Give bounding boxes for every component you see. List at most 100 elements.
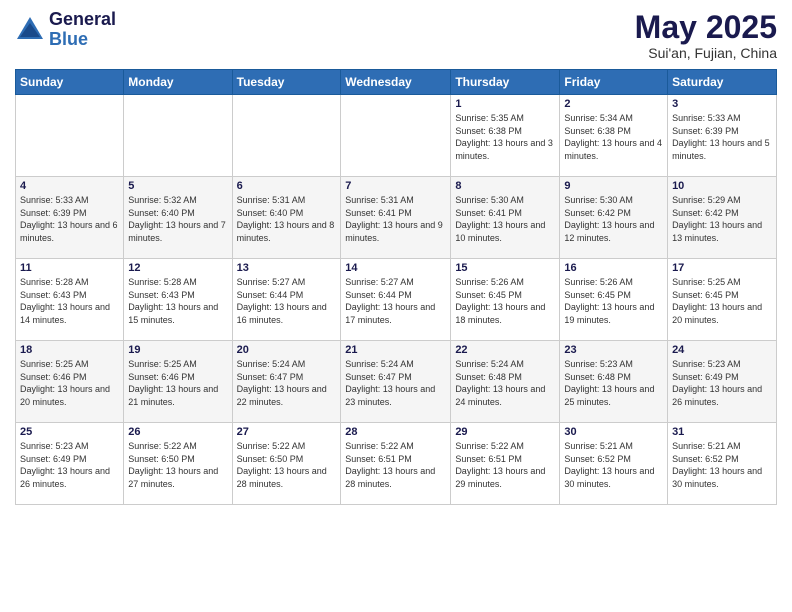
table-row [232, 95, 341, 177]
table-row: 1 Sunrise: 5:35 AM Sunset: 6:38 PM Daylig… [451, 95, 560, 177]
table-row: 21Sunrise: 5:24 AM Sunset: 6:47 PM Dayli… [341, 341, 451, 423]
day-info: Sunrise: 5:28 AM Sunset: 6:43 PM Dayligh… [20, 276, 119, 326]
table-row: 6 Sunrise: 5:31 AM Sunset: 6:40 PM Daylig… [232, 177, 341, 259]
day-number: 24 [672, 344, 772, 356]
day-number: 16 [564, 262, 663, 274]
day-number: 23 [564, 344, 663, 356]
table-row: 23 Sunrise: 5:23 AM Sunset: 6:48 PM Dayli… [560, 341, 668, 423]
table-row: 22Sunrise: 5:24 AM Sunset: 6:48 PM Dayli… [451, 341, 560, 423]
day-number: 1 [455, 98, 555, 110]
day-info: Sunrise: 5:27 AM Sunset: 6:44 PM Dayligh… [345, 276, 446, 326]
day-number: 15 [455, 262, 555, 274]
day-info: Sunrise: 5:31 AM Sunset: 6:40 PM Dayligh… [237, 194, 337, 244]
day-info: Sunrise: 5:24 AM Sunset: 6:47 PM Dayligh… [237, 358, 337, 408]
table-row: 16 Sunrise: 5:26 AM Sunset: 6:45 PM Dayli… [560, 259, 668, 341]
day-number: 12 [128, 262, 227, 274]
day-info: Sunrise: 5:30 AM Sunset: 6:42 PM Dayligh… [564, 194, 663, 244]
day-info: Sunrise: 5:33 AM Sunset: 6:39 PM Dayligh… [672, 112, 772, 162]
table-row: 14 Sunrise: 5:27 AM Sunset: 6:44 PM Dayli… [341, 259, 451, 341]
table-row: 13 Sunrise: 5:27 AM Sunset: 6:44 PM Dayli… [232, 259, 341, 341]
col-saturday: Saturday [668, 70, 777, 95]
table-row [16, 95, 124, 177]
table-row: 29Sunrise: 5:22 AM Sunset: 6:51 PM Dayli… [451, 423, 560, 505]
logo-text: General Blue [49, 10, 116, 50]
header: General Blue May 2025 Sui'an, Fujian, Ch… [15, 10, 777, 61]
day-info: Sunrise: 5:25 AM Sunset: 6:46 PM Dayligh… [20, 358, 119, 408]
table-row: 3 Sunrise: 5:33 AM Sunset: 6:39 PM Daylig… [668, 95, 777, 177]
col-sunday: Sunday [16, 70, 124, 95]
day-info: Sunrise: 5:28 AM Sunset: 6:43 PM Dayligh… [128, 276, 227, 326]
day-number: 14 [345, 262, 446, 274]
table-row: 7Sunrise: 5:31 AM Sunset: 6:41 PM Daylig… [341, 177, 451, 259]
day-info: Sunrise: 5:30 AM Sunset: 6:41 PM Dayligh… [455, 194, 555, 244]
day-number: 26 [128, 426, 227, 438]
day-info: Sunrise: 5:25 AM Sunset: 6:45 PM Dayligh… [672, 276, 772, 326]
table-row [341, 95, 451, 177]
day-info: Sunrise: 5:23 AM Sunset: 6:48 PM Dayligh… [564, 358, 663, 408]
col-wednesday: Wednesday [341, 70, 451, 95]
day-number: 7 [345, 180, 446, 192]
day-number: 18 [20, 344, 119, 356]
table-row: 2 Sunrise: 5:34 AM Sunset: 6:38 PM Daylig… [560, 95, 668, 177]
table-row: 28 Sunrise: 5:22 AM Sunset: 6:51 PM Dayli… [341, 423, 451, 505]
day-info: Sunrise: 5:25 AM Sunset: 6:46 PM Dayligh… [128, 358, 227, 408]
day-info: Sunrise: 5:23 AM Sunset: 6:49 PM Dayligh… [20, 440, 119, 490]
table-row: 12 Sunrise: 5:28 AM Sunset: 6:43 PM Dayli… [124, 259, 232, 341]
day-number: 17 [672, 262, 772, 274]
logo-icon [15, 15, 45, 45]
day-number: 10 [672, 180, 772, 192]
day-number: 21 [345, 344, 446, 356]
calendar-week-row: 4 Sunrise: 5:33 AM Sunset: 6:39 PM Daylig… [16, 177, 777, 259]
calendar-header-row: Sunday Monday Tuesday Wednesday Thursday… [16, 70, 777, 95]
table-row: 11 Sunrise: 5:28 AM Sunset: 6:43 PM Dayli… [16, 259, 124, 341]
day-number: 2 [564, 98, 663, 110]
day-number: 25 [20, 426, 119, 438]
day-number: 22 [455, 344, 555, 356]
day-info: Sunrise: 5:22 AM Sunset: 6:50 PM Dayligh… [237, 440, 337, 490]
day-number: 13 [237, 262, 337, 274]
day-info: Sunrise: 5:23 AM Sunset: 6:49 PM Dayligh… [672, 358, 772, 408]
page: General Blue May 2025 Sui'an, Fujian, Ch… [0, 0, 792, 612]
day-info: Sunrise: 5:21 AM Sunset: 6:52 PM Dayligh… [672, 440, 772, 490]
day-info: Sunrise: 5:22 AM Sunset: 6:51 PM Dayligh… [345, 440, 446, 490]
calendar-week-row: 18 Sunrise: 5:25 AM Sunset: 6:46 PM Dayli… [16, 341, 777, 423]
day-number: 5 [128, 180, 227, 192]
table-row: 25 Sunrise: 5:23 AM Sunset: 6:49 PM Dayli… [16, 423, 124, 505]
day-number: 4 [20, 180, 119, 192]
table-row [124, 95, 232, 177]
day-info: Sunrise: 5:26 AM Sunset: 6:45 PM Dayligh… [455, 276, 555, 326]
calendar-table: Sunday Monday Tuesday Wednesday Thursday… [15, 69, 777, 505]
table-row: 24 Sunrise: 5:23 AM Sunset: 6:49 PM Dayli… [668, 341, 777, 423]
col-friday: Friday [560, 70, 668, 95]
day-info: Sunrise: 5:22 AM Sunset: 6:51 PM Dayligh… [455, 440, 555, 490]
day-number: 3 [672, 98, 772, 110]
table-row: 27 Sunrise: 5:22 AM Sunset: 6:50 PM Dayli… [232, 423, 341, 505]
day-info: Sunrise: 5:21 AM Sunset: 6:52 PM Dayligh… [564, 440, 663, 490]
day-number: 28 [345, 426, 446, 438]
day-info: Sunrise: 5:34 AM Sunset: 6:38 PM Dayligh… [564, 112, 663, 162]
day-number: 27 [237, 426, 337, 438]
month-title: May 2025 [635, 10, 777, 45]
day-info: Sunrise: 5:27 AM Sunset: 6:44 PM Dayligh… [237, 276, 337, 326]
table-row: 15 Sunrise: 5:26 AM Sunset: 6:45 PM Dayli… [451, 259, 560, 341]
day-info: Sunrise: 5:33 AM Sunset: 6:39 PM Dayligh… [20, 194, 119, 244]
table-row: 20Sunrise: 5:24 AM Sunset: 6:47 PM Dayli… [232, 341, 341, 423]
table-row: 10 Sunrise: 5:29 AM Sunset: 6:42 PM Dayli… [668, 177, 777, 259]
day-number: 6 [237, 180, 337, 192]
day-number: 19 [128, 344, 227, 356]
logo-general: General [49, 10, 116, 30]
table-row: 31Sunrise: 5:21 AM Sunset: 6:52 PM Dayli… [668, 423, 777, 505]
logo-blue: Blue [49, 30, 116, 50]
day-info: Sunrise: 5:26 AM Sunset: 6:45 PM Dayligh… [564, 276, 663, 326]
table-row: 17 Sunrise: 5:25 AM Sunset: 6:45 PM Dayli… [668, 259, 777, 341]
day-info: Sunrise: 5:35 AM Sunset: 6:38 PM Dayligh… [455, 112, 555, 162]
col-monday: Monday [124, 70, 232, 95]
calendar-week-row: 11 Sunrise: 5:28 AM Sunset: 6:43 PM Dayli… [16, 259, 777, 341]
table-row: 4 Sunrise: 5:33 AM Sunset: 6:39 PM Daylig… [16, 177, 124, 259]
table-row: 30 Sunrise: 5:21 AM Sunset: 6:52 PM Dayli… [560, 423, 668, 505]
day-number: 30 [564, 426, 663, 438]
table-row: 5Sunrise: 5:32 AM Sunset: 6:40 PM Daylig… [124, 177, 232, 259]
day-info: Sunrise: 5:29 AM Sunset: 6:42 PM Dayligh… [672, 194, 772, 244]
day-number: 11 [20, 262, 119, 274]
table-row: 26Sunrise: 5:22 AM Sunset: 6:50 PM Dayli… [124, 423, 232, 505]
